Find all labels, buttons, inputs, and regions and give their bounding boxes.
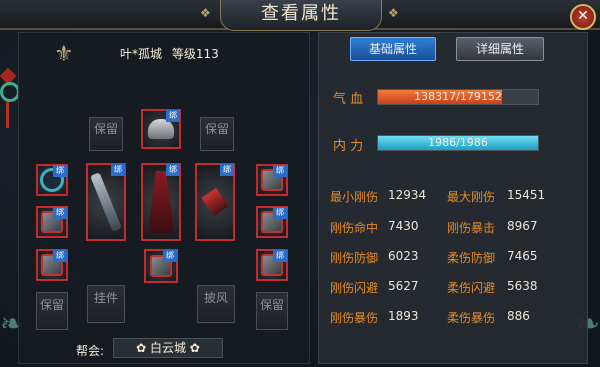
close-button[interactable]: ✕ xyxy=(570,4,596,30)
bound-badge: 绑 xyxy=(220,164,234,176)
stat-value: 1893 xyxy=(388,309,419,323)
stat-label: 刚伤暴击 xyxy=(447,221,496,235)
cloak-label: 披风 xyxy=(203,291,228,305)
stat-label: 刚伤闪避 xyxy=(330,281,379,295)
helmet-icon xyxy=(148,119,174,139)
bound-badge: 绑 xyxy=(273,250,287,262)
reserve-label: 保留 xyxy=(204,122,229,136)
accessory-icon xyxy=(201,187,229,217)
tassel-icon xyxy=(6,102,9,128)
hp-value: 138317/179152 xyxy=(414,90,502,103)
character-info: 叶*孤城 等级113 xyxy=(120,45,225,62)
hp-bar: 138317/179152 xyxy=(377,89,539,105)
accessory-slot[interactable]: 绑 xyxy=(195,163,235,241)
pendant-slot[interactable]: 挂件 xyxy=(87,285,125,323)
helmet-slot[interactable]: 绑 xyxy=(141,109,181,149)
stat-value: 886 xyxy=(507,309,530,323)
ring-right-slot[interactable]: 绑 xyxy=(256,249,288,281)
shoulder-slot[interactable]: 绑 xyxy=(256,164,288,196)
jade-ring-icon xyxy=(0,82,20,102)
tab-detailed-attributes[interactable]: 详细属性 xyxy=(456,37,544,61)
sword-icon xyxy=(90,172,122,232)
stat-label: 柔伤暴伤 xyxy=(447,311,496,325)
reserve-slot-bottom-right[interactable]: 保留 xyxy=(256,292,288,330)
character-level: 等级113 xyxy=(171,47,219,61)
reserve-label: 保留 xyxy=(259,298,284,312)
side-ornament xyxy=(0,30,20,128)
reserve-label: 保留 xyxy=(39,298,64,312)
bound-badge: 绑 xyxy=(53,165,67,177)
stat-label: 刚伤命中 xyxy=(330,221,379,235)
stat-value: 7430 xyxy=(388,219,419,233)
stat-value: 8967 xyxy=(507,219,538,233)
pendant-label: 挂件 xyxy=(93,291,118,305)
necklace-slot[interactable]: 绑 xyxy=(36,164,68,196)
stat-value: 12934 xyxy=(388,188,427,202)
boots-slot[interactable]: 绑 xyxy=(144,249,178,283)
stat-label: 最大刚伤 xyxy=(447,190,496,204)
bound-badge: 绑 xyxy=(111,164,125,176)
stat-label: 刚伤暴伤 xyxy=(330,311,379,325)
bound-badge: 绑 xyxy=(163,250,177,262)
stat-label: 最小刚伤 xyxy=(330,190,379,204)
reserve-slot-bottom-left[interactable]: 保留 xyxy=(36,292,68,330)
guild-name: ✿ 白云城 ✿ xyxy=(113,338,223,358)
stat-label: 柔伤防御 xyxy=(447,251,496,265)
tab-basic-attributes[interactable]: 基础属性 xyxy=(350,37,436,61)
cloak-slot[interactable]: 披风 xyxy=(197,285,235,323)
bound-badge: 绑 xyxy=(273,165,287,177)
stat-label: 刚伤防御 xyxy=(330,251,379,265)
mp-bar: 1986/1986 xyxy=(377,135,539,151)
bound-badge: 绑 xyxy=(53,207,67,219)
stat-value: 5638 xyxy=(507,279,538,293)
reserve-slot-top-left[interactable]: 保留 xyxy=(89,117,123,151)
reserve-slot-top-right[interactable]: 保留 xyxy=(200,117,234,151)
ring-left-slot[interactable]: 绑 xyxy=(36,249,68,281)
stat-value: 7465 xyxy=(507,249,538,263)
mp-label: 内 力 xyxy=(333,139,364,154)
bound-badge: 绑 xyxy=(53,250,67,262)
title-ornament-left-icon: ❖ xyxy=(200,6,211,20)
bound-badge: 绑 xyxy=(166,164,180,176)
window-title: 查看属性 xyxy=(261,3,341,24)
mp-value: 1986/1986 xyxy=(428,136,488,149)
hp-label: 气 血 xyxy=(333,92,364,107)
window-title-plate: 查看属性 xyxy=(220,0,382,31)
title-ornament-right-icon: ❖ xyxy=(388,6,399,20)
stat-value: 5627 xyxy=(388,279,419,293)
stat-label: 柔伤闪避 xyxy=(447,281,496,295)
stat-value: 6023 xyxy=(388,249,419,263)
reserve-label: 保留 xyxy=(93,122,118,136)
armor-icon xyxy=(148,171,174,233)
bound-badge: 绑 xyxy=(273,207,287,219)
bracer-left-slot[interactable]: 绑 xyxy=(36,206,68,238)
guild-label: 帮会: xyxy=(76,344,105,358)
character-name: 叶*孤城 xyxy=(120,47,163,61)
weapon-slot[interactable]: 绑 xyxy=(86,163,126,241)
armor-slot[interactable]: 绑 xyxy=(141,163,181,241)
bound-badge: 绑 xyxy=(166,110,180,122)
stat-value: 15451 xyxy=(507,188,546,202)
bracer-right-slot[interactable]: 绑 xyxy=(256,206,288,238)
class-emblem-icon: ⚜ xyxy=(54,42,74,67)
